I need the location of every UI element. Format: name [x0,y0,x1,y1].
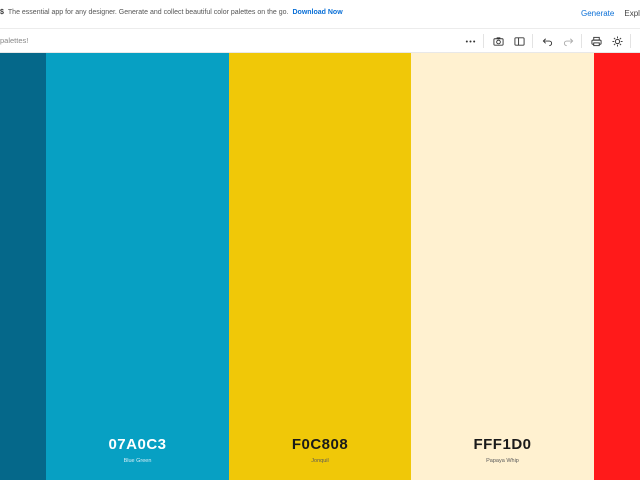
top-banner: $ The essential app for any designer. Gen… [0,0,640,31]
toolbar-divider [630,34,631,48]
printer-icon[interactable] [588,33,604,49]
color-palette: 07A0C3 Blue Green F0C808 Jonquil FFF1D0 … [0,53,640,480]
color-swatch[interactable]: F0C808 Jonquil [229,53,411,480]
toolbar-hint-text: palettes! [0,36,29,45]
toolbar-actions: V [462,33,640,49]
more-options-icon[interactable] [462,33,478,49]
color-swatch[interactable] [0,53,46,480]
app-logo-icon: $ [0,9,4,16]
promo-message: $ The essential app for any designer. Gen… [0,9,343,16]
color-swatch[interactable]: FFF1D0 Papaya Whip [411,53,594,480]
promo-text: The essential app for any designer. Gene… [7,9,289,16]
swatch-hex-code[interactable]: 07A0C3 [46,436,229,453]
settings-gear-icon[interactable] [609,33,625,49]
color-swatch[interactable] [594,53,640,480]
sidebar-icon[interactable] [511,33,527,49]
toolbar-divider [581,34,582,48]
tab-explore[interactable]: Explo [619,0,640,29]
swatch-color-name: Jonquil [311,458,329,464]
swatch-hex-code[interactable]: FFF1D0 [411,436,594,453]
tab-generate[interactable]: Generate [576,0,620,31]
main-tabs: Generate Explo [576,0,640,31]
swatch-hex-code[interactable]: F0C808 [229,436,411,453]
palette-toolbar: palettes! V [0,29,640,53]
undo-icon[interactable] [539,33,555,49]
color-swatch[interactable]: 07A0C3 Blue Green [46,53,229,480]
download-now-link[interactable]: Download Now [292,9,342,16]
swatch-color-name: Blue Green [123,458,152,464]
redo-icon[interactable] [560,33,576,49]
toolbar-divider [483,34,484,48]
toolbar-divider [532,34,533,48]
swatch-color-name: Papaya Whip [486,458,519,464]
camera-icon[interactable] [490,33,506,49]
